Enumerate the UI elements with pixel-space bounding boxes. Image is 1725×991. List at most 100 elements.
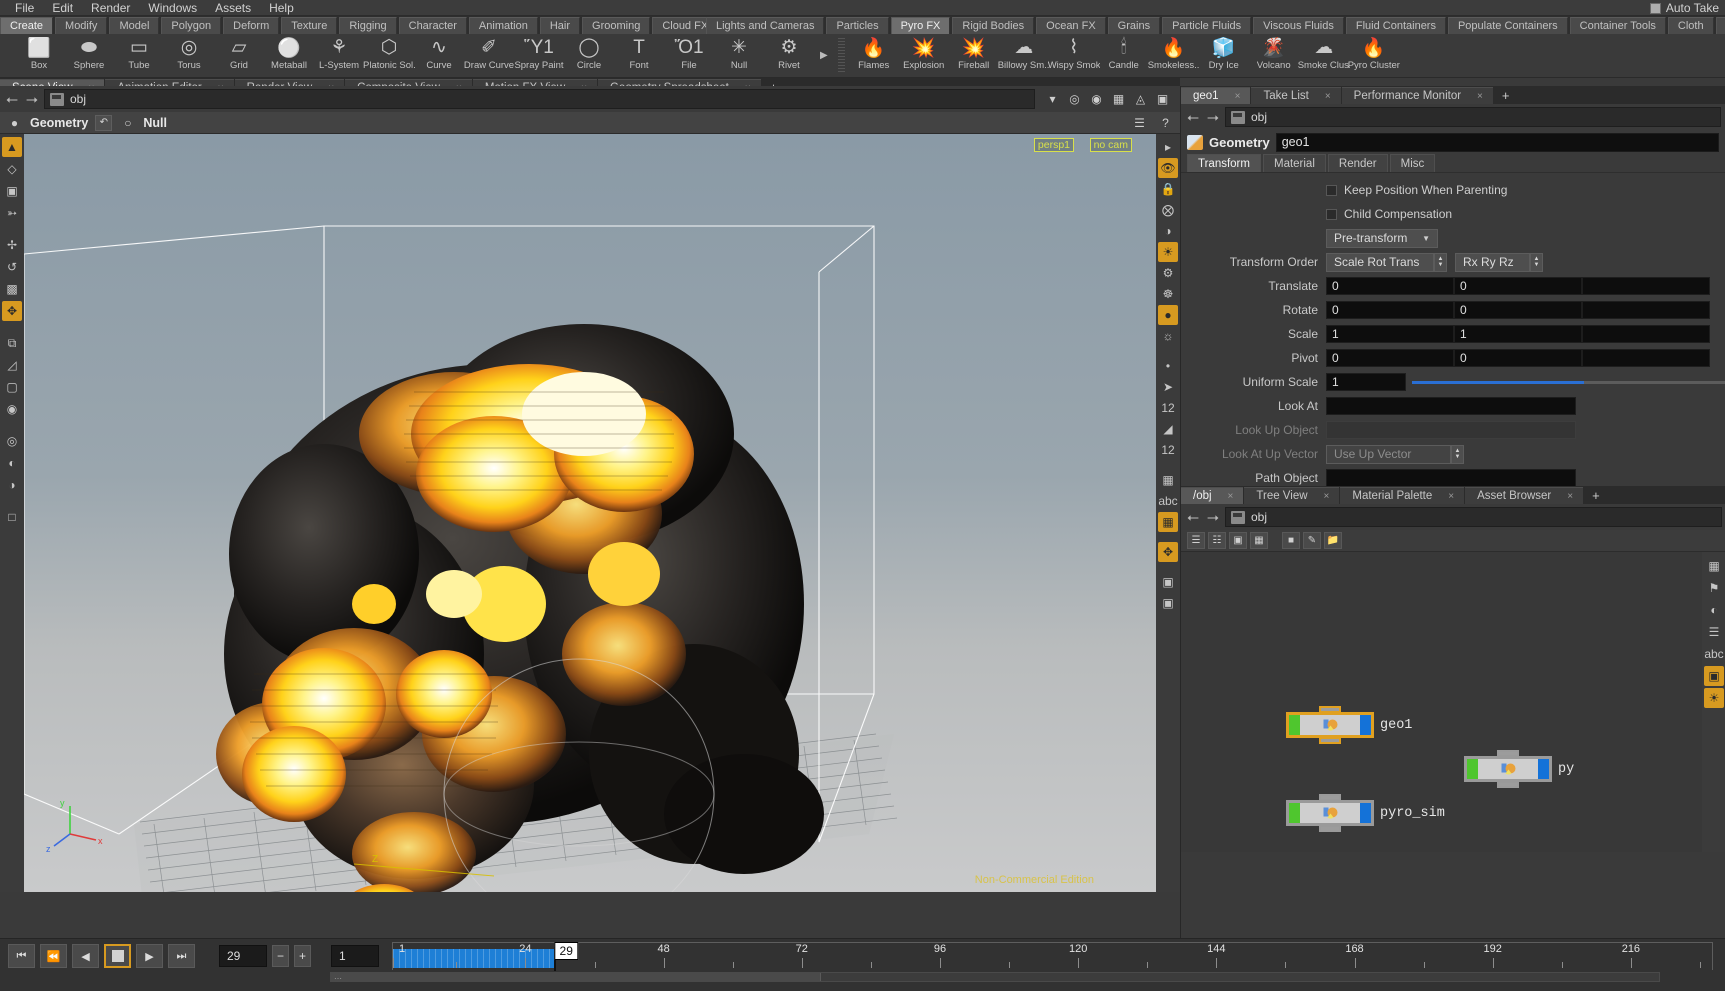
node-output-connector[interactable] <box>1319 737 1341 744</box>
capture-icon[interactable]: ◑ <box>2 475 22 495</box>
shelf-tool-volcano[interactable]: 🌋 Volcano <box>1249 35 1299 77</box>
shelf-tab-rigging[interactable]: Rigging <box>339 17 397 34</box>
normals-icon[interactable]: ➤ <box>1158 377 1178 397</box>
shelf-tab-viscous-fluids[interactable]: Viscous Fluids <box>1253 17 1344 34</box>
shelf-overflow-arrow-icon[interactable]: ▶ <box>814 50 834 61</box>
snapshot-icon[interactable]: ◉ <box>1088 91 1105 108</box>
shelf-tool-font[interactable]: T Font <box>614 35 664 77</box>
network-tab--obj[interactable]: /obj × <box>1181 487 1244 505</box>
parameter-tab-performance-monitor[interactable]: Performance Monitor × <box>1341 87 1493 104</box>
pointer-tool-icon[interactable]: ➳ <box>2 203 22 223</box>
viewport-3d[interactable]: y x z Z persp1 no cam Non-Commercial Edi… <box>24 134 1156 892</box>
close-icon[interactable]: × <box>1228 488 1234 505</box>
chevron-down-icon[interactable]: ▾ <box>1044 91 1061 108</box>
parameter-field-look-up-object[interactable] <box>1326 421 1576 439</box>
parameter-field-scale[interactable]: 1 <box>1326 325 1454 343</box>
scale-tool-icon[interactable]: ▩ <box>2 279 22 299</box>
network-canvas[interactable]: geo1 pyro_sim py ▦ ⚑ ◐ ☰ abc ▣ ☀ <box>1181 552 1725 852</box>
node-input-connector[interactable] <box>1497 750 1519 757</box>
parameter-field-rotate[interactable]: 0 <box>1454 301 1582 319</box>
target-icon[interactable]: ◎ <box>1066 91 1083 108</box>
parameter-back-arrow-icon[interactable]: ⭠ <box>1185 109 1201 126</box>
parameter-field-translate[interactable]: 0 <box>1454 277 1582 295</box>
network-notes-icon[interactable]: ✎ <box>1303 532 1321 549</box>
node-output-connector[interactable] <box>1497 781 1519 788</box>
network-list-view-icon[interactable]: ☰ <box>1187 532 1205 549</box>
parameter-forward-arrow-icon[interactable]: ⭢ <box>1205 109 1221 126</box>
parameter-menu-look-at-up-vector[interactable]: Use Up Vector <box>1326 444 1451 464</box>
network-tab-asset-browser[interactable]: Asset Browser × <box>1465 487 1584 505</box>
frame-step-field[interactable]: 1 <box>331 945 379 967</box>
shelf-tab-pyro-fx[interactable]: Pyro FX <box>890 17 951 34</box>
visibility-eye-icon[interactable]: 👁 <box>1158 158 1178 178</box>
shelf-tab-model[interactable]: Model <box>109 17 160 34</box>
network-node-pyro_sim[interactable]: pyro_sim <box>1286 794 1445 832</box>
edge-edit-icon[interactable]: ◿ <box>2 355 22 375</box>
render-region-icon[interactable]: ▣ <box>1158 572 1178 592</box>
close-icon[interactable]: × <box>1567 488 1573 505</box>
shelf-tool-l-system[interactable]: ⚘ L-System <box>314 35 364 77</box>
node-input-connector[interactable] <box>1319 706 1341 713</box>
network-tab-material-palette[interactable]: Material Palette × <box>1340 487 1465 504</box>
add-camera-icon[interactable]: ☸ <box>1158 284 1178 304</box>
shading-icon[interactable]: ◬ <box>1132 91 1149 108</box>
point-marker-icon[interactable]: • <box>1158 356 1178 376</box>
network-bulb-icon[interactable]: ☀ <box>1704 688 1724 708</box>
handle-tool-icon[interactable]: ◇ <box>2 159 22 179</box>
shelf-tool-file[interactable]: Ὄ1 File <box>664 35 714 77</box>
node-name-field[interactable]: geo1 <box>1275 132 1719 152</box>
parameter-field-look-at[interactable] <box>1326 397 1576 415</box>
node-render-flag[interactable] <box>1360 715 1371 735</box>
network-node-geo1[interactable]: geo1 <box>1286 706 1412 744</box>
network-grid-icon[interactable]: ▦ <box>1250 532 1268 549</box>
shelf-tool-pyro-cluster[interactable]: 🔥 Pyro Cluster <box>1348 35 1400 77</box>
network-back-arrow-icon[interactable]: ⭠ <box>1185 509 1201 526</box>
parameter-folder-render[interactable]: Render <box>1327 154 1388 172</box>
scene-path-field[interactable]: obj <box>44 89 1035 109</box>
node-display-flag[interactable] <box>1467 759 1478 779</box>
parameter-folder-material[interactable]: Material <box>1262 154 1326 172</box>
menu-item-assets[interactable]: Assets <box>206 0 260 16</box>
add-light-icon[interactable]: ⚙ <box>1158 263 1178 283</box>
shelf-tool-circle[interactable]: ◯ Circle <box>564 35 614 77</box>
parameter-field-pivot[interactable] <box>1582 349 1710 367</box>
frame-decrement-button[interactable]: − <box>272 945 289 967</box>
menu-item-file[interactable]: File <box>6 0 43 16</box>
active-transform-tool-icon[interactable]: ✥ <box>2 301 22 321</box>
shelf-tool-tube[interactable]: ▭ Tube <box>114 35 164 77</box>
timeline-scrollbar[interactable]: ⋯ <box>330 972 1660 983</box>
shelf-tool-torus[interactable]: ◎ Torus <box>164 35 214 77</box>
close-icon[interactable]: × <box>1325 88 1331 105</box>
node-input-connector[interactable] <box>1319 794 1341 801</box>
auto-take-toggle[interactable]: Auto Take <box>1649 0 1719 16</box>
display-box-icon[interactable]: ▦ <box>1110 91 1127 108</box>
shelf-tool-flames[interactable]: 🔥 Flames <box>849 35 899 77</box>
shelf-tab-particles[interactable]: Particles <box>826 17 889 34</box>
parameter-field-pivot[interactable]: 0 <box>1326 349 1454 367</box>
shelf-tab-character[interactable]: Character <box>398 17 467 34</box>
shelf-tab-grooming[interactable]: Grooming <box>582 17 651 34</box>
parameter-tab-geo1[interactable]: geo1 × <box>1181 87 1251 104</box>
display-options-icon[interactable]: ▸ <box>1158 137 1178 157</box>
node-render-flag[interactable] <box>1538 759 1549 779</box>
view-tool-icon[interactable]: ▣ <box>2 181 22 201</box>
network-path-field[interactable]: obj <box>1225 507 1722 527</box>
shelf-tab-modify[interactable]: Modify <box>55 17 108 34</box>
parameter-path-field[interactable]: obj <box>1225 107 1721 127</box>
lock-icon[interactable]: 🔒 <box>1158 179 1178 199</box>
network-snapshot-icon[interactable]: ■ <box>1282 532 1300 549</box>
node-output-connector[interactable] <box>1319 825 1341 832</box>
flipbook-icon[interactable]: ▣ <box>1158 593 1178 613</box>
add-network-tab-button[interactable]: + <box>1584 487 1608 504</box>
shelf-tool-candle[interactable]: 🕯 Candle <box>1099 35 1149 77</box>
node-body[interactable] <box>1464 750 1552 788</box>
current-frame-field[interactable]: 29 <box>219 945 267 967</box>
child-compensation-checkbox[interactable] <box>1326 208 1337 220</box>
parameter-folder-transform[interactable]: Transform <box>1187 154 1261 172</box>
parameter-menu-transform-order[interactable]: Rx Ry Rz <box>1455 252 1530 272</box>
uv-icon[interactable]: ▦ <box>1158 470 1178 490</box>
paint-icon[interactable]: ◐ <box>2 453 22 473</box>
parameter-tab-take-list[interactable]: Take List × <box>1251 87 1341 105</box>
timeline-scrollbar-grip[interactable]: ⋯ <box>331 973 821 983</box>
shelf-tool-explosion[interactable]: 💥 Explosion <box>899 35 949 77</box>
